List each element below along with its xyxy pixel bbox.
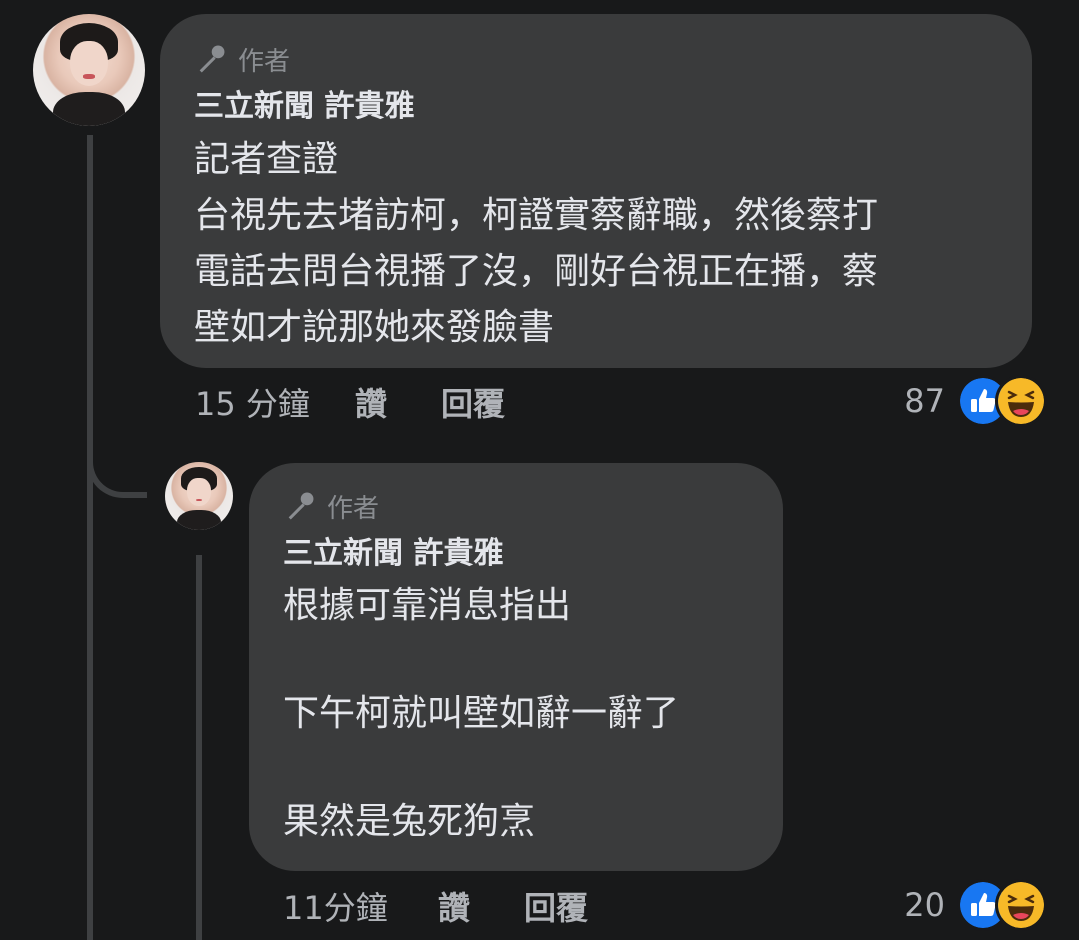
haha-icon <box>995 879 1047 931</box>
reaction-count: 87 <box>904 382 945 420</box>
thread-connector-curve <box>87 440 147 498</box>
comment-bubble: 作者 三立新聞 許貴雅 記者查證 台視先去堵訪柯，柯證實蔡辭職，然後蔡打 電話去… <box>160 14 1032 368</box>
reply-button[interactable]: 回覆 <box>524 883 610 929</box>
reply-timestamp[interactable]: 11分鐘 <box>283 883 438 929</box>
reply-actions: 11分鐘 讚 回覆 <box>283 882 610 930</box>
comment-actions: 15 分鐘 讚 回覆 <box>195 378 527 426</box>
avatar[interactable] <box>165 462 233 530</box>
comment-text: 記者查證 台視先去堵訪柯，柯證實蔡辭職，然後蔡打 電話去問台視播了沒，剛好台視正… <box>194 139 879 348</box>
author-badge: 作者 <box>194 42 998 77</box>
reaction-summary[interactable]: 87 <box>904 375 1047 427</box>
avatar[interactable] <box>33 14 145 126</box>
author-badge-label: 作者 <box>238 46 291 77</box>
microphone-icon <box>288 492 314 520</box>
reply-bubble: 作者 三立新聞 許貴雅 根據可靠消息指出 下午柯就叫壁如辭一辭了 果然是兔死狗烹 <box>249 463 783 871</box>
author-name[interactable]: 三立新聞 許貴雅 <box>283 535 749 573</box>
haha-icon <box>995 375 1047 427</box>
author-badge-label: 作者 <box>327 493 380 524</box>
author-name[interactable]: 三立新聞 許貴雅 <box>194 88 998 126</box>
like-button[interactable]: 讚 <box>438 883 524 929</box>
microphone-icon <box>199 45 225 73</box>
like-button[interactable]: 讚 <box>355 379 441 425</box>
comment-thread: 作者 三立新聞 許貴雅 記者查證 台視先去堵訪柯，柯證實蔡辭職，然後蔡打 電話去… <box>0 0 1079 940</box>
reaction-summary[interactable]: 20 <box>904 879 1047 931</box>
reply-button[interactable]: 回覆 <box>441 379 527 425</box>
reply-text: 根據可靠消息指出 下午柯就叫壁如辭一辭了 果然是兔死狗烹 <box>283 585 680 842</box>
author-badge: 作者 <box>283 489 749 524</box>
reaction-count: 20 <box>904 886 945 924</box>
thread-connector-line <box>87 135 93 940</box>
reply-connector-line <box>196 555 202 940</box>
comment-timestamp[interactable]: 15 分鐘 <box>195 379 355 425</box>
